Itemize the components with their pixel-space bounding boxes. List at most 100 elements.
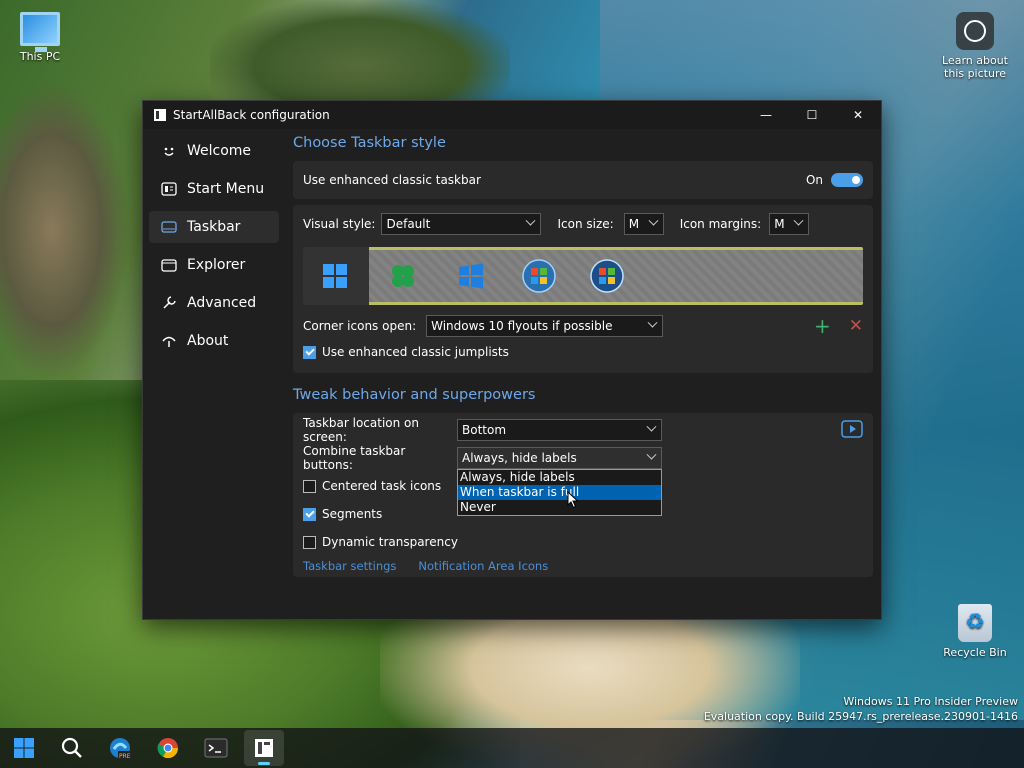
taskbar-search-button[interactable]	[52, 730, 92, 766]
monitor-icon	[20, 12, 60, 52]
startallback-app-icon	[154, 109, 166, 121]
section-title-taskbar-style: Choose Taskbar style	[293, 135, 446, 151]
desktop-icon-this-pc[interactable]: This PC	[0, 12, 80, 63]
sidebar: Welcome Start Menu Taskbar Explorer Adva…	[149, 135, 279, 363]
desktop-icon-learn-about-picture[interactable]: Learn about this picture	[935, 12, 1015, 80]
edge-dev-icon: PRE	[110, 738, 132, 760]
location-select[interactable]: Bottom	[457, 419, 662, 441]
desktop-icon-label: Recycle Bin	[943, 646, 1007, 659]
chevron-down-icon	[647, 317, 658, 328]
mouse-cursor-icon	[567, 491, 579, 509]
combine-dropdown-list: Always, hide labels When taskbar is full…	[457, 469, 662, 516]
chevron-down-icon	[526, 215, 536, 226]
sidebar-item-label: About	[187, 333, 229, 349]
enhanced-taskbar-label: Use enhanced classic taskbar	[303, 173, 481, 187]
sidebar-item-start-menu[interactable]: Start Menu	[149, 173, 279, 205]
chevron-down-icon	[648, 215, 659, 226]
visual-style-select[interactable]: Default	[381, 213, 542, 235]
close-button[interactable]: ✕	[835, 101, 881, 129]
explorer-icon	[161, 257, 177, 273]
sidebar-item-label: Explorer	[187, 257, 246, 273]
sidebar-item-about[interactable]: About	[149, 325, 279, 357]
sidebar-item-label: Taskbar	[187, 219, 241, 235]
corner-icons-value: Windows 10 flyouts if possible	[431, 319, 613, 333]
recycle-bin-icon: ♻	[958, 604, 992, 642]
style-vista-orb-icon[interactable]	[589, 258, 625, 294]
taskbar-startallback-button[interactable]	[244, 730, 284, 766]
combine-select[interactable]: Always, hide labels	[457, 447, 662, 469]
enhanced-taskbar-row: Use enhanced classic taskbar On	[293, 161, 873, 199]
title-bar[interactable]: StartAllBack configuration — ☐ ✕	[143, 101, 881, 129]
watermark-line: Evaluation copy. Build 25947.rs_prerelea…	[703, 710, 1018, 723]
play-icon[interactable]	[841, 419, 863, 441]
sidebar-item-advanced[interactable]: Advanced	[149, 287, 279, 319]
sidebar-item-taskbar[interactable]: Taskbar	[149, 211, 279, 243]
camera-info-icon	[956, 12, 994, 50]
location-value: Bottom	[462, 423, 507, 437]
notification-area-link[interactable]: Notification Area Icons	[418, 559, 548, 573]
combine-label: Combine taskbar buttons:	[303, 444, 406, 472]
dropdown-option[interactable]: Always, hide labels	[458, 470, 661, 485]
icon-margins-value: M	[774, 217, 785, 231]
chevron-down-icon	[646, 449, 657, 460]
icon-size-value: M	[628, 217, 640, 231]
start-menu-icon	[161, 181, 177, 197]
corner-icons-select[interactable]: Windows 10 flyouts if possible	[426, 315, 664, 337]
jumplists-label: Use enhanced classic jumplists	[322, 345, 509, 359]
visual-style-label: Visual style:	[303, 217, 376, 231]
smile-icon	[161, 143, 177, 159]
watermark-line: Windows 11 Pro Insider Preview	[843, 695, 1018, 708]
sidebar-item-label: Advanced	[187, 295, 257, 311]
add-icon[interactable]: +	[814, 316, 831, 336]
taskbar-terminal-button[interactable]	[196, 730, 236, 766]
enhanced-taskbar-toggle[interactable]	[831, 173, 863, 187]
dynamic-checkbox[interactable]	[303, 535, 316, 549]
style-win11-icon[interactable]	[317, 258, 353, 294]
taskbar-style-preview	[303, 247, 863, 305]
corner-icons-label: Corner icons open:	[303, 319, 417, 333]
visual-style-value: Default	[386, 217, 431, 231]
about-icon	[161, 333, 177, 349]
sidebar-item-label: Welcome	[187, 143, 252, 159]
minimize-button[interactable]: —	[743, 101, 789, 129]
taskbar-edge-dev-button[interactable]: PRE	[100, 730, 140, 766]
style-panel: Visual style: Default Icon size: M Icon …	[293, 205, 873, 373]
sidebar-item-welcome[interactable]: Welcome	[149, 135, 279, 167]
sidebar-item-explorer[interactable]: Explorer	[149, 249, 279, 281]
centered-label: Centered task icons	[322, 479, 442, 493]
chrome-icon	[157, 738, 179, 759]
style-win7-orb-icon[interactable]	[521, 258, 557, 294]
start-icon	[14, 738, 34, 758]
dropdown-option[interactable]: Never	[458, 500, 661, 515]
behavior-panel: Taskbar location on screen: Bottom Combi…	[293, 413, 873, 577]
taskbar-start-button[interactable]	[4, 730, 44, 766]
dynamic-label: Dynamic transparency	[322, 535, 458, 549]
toggle-state-label: On	[805, 173, 823, 187]
desktop-icon-recycle-bin[interactable]: ♻ Recycle Bin	[935, 604, 1015, 659]
segments-checkbox[interactable]	[303, 507, 316, 521]
combine-value: Always, hide labels	[462, 451, 577, 465]
maximize-button[interactable]: ☐	[789, 101, 835, 129]
dynamic-row[interactable]: Dynamic transparency	[293, 535, 873, 549]
terminal-icon	[204, 738, 228, 758]
icon-size-label: Icon size:	[557, 217, 614, 231]
style-clover-icon[interactable]	[385, 258, 421, 294]
centered-checkbox[interactable]	[303, 479, 316, 493]
icon-margins-select[interactable]: M	[769, 213, 810, 235]
window-title: StartAllBack configuration	[173, 108, 330, 122]
remove-icon[interactable]: ✕	[849, 317, 863, 335]
jumplists-checkbox[interactable]	[303, 345, 316, 359]
jumplists-row[interactable]: Use enhanced classic jumplists	[293, 345, 873, 359]
sidebar-item-label: Start Menu	[187, 181, 265, 197]
style-win10-icon[interactable]	[453, 258, 489, 294]
icon-size-select[interactable]: M	[623, 213, 664, 235]
os-watermark: Windows 11 Pro Insider Preview Evaluatio…	[704, 694, 1018, 724]
taskbar-settings-link[interactable]: Taskbar settings	[303, 559, 396, 573]
startallback-icon	[255, 739, 273, 757]
dropdown-option[interactable]: When taskbar is full	[458, 485, 661, 500]
chevron-down-icon	[793, 215, 804, 226]
svg-text:PRE: PRE	[119, 753, 131, 760]
taskbar-icon	[161, 219, 177, 235]
taskbar-chrome-button[interactable]	[148, 730, 188, 766]
main-content: Choose Taskbar style Use enhanced classi…	[293, 135, 873, 577]
